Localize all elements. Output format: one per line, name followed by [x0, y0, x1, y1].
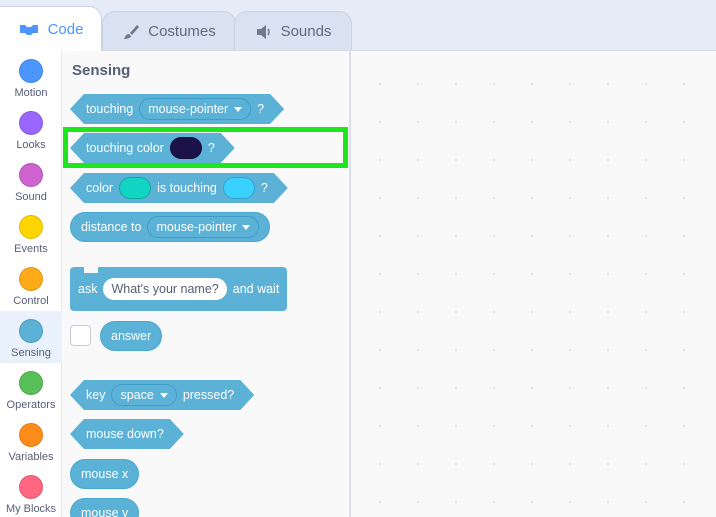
mouse-down-block[interactable]: mouse down?: [70, 419, 184, 449]
category-sensing[interactable]: Sensing: [0, 311, 62, 363]
category-looks[interactable]: Looks: [0, 103, 62, 155]
distance-label: distance to: [81, 220, 142, 234]
category-control-label: Control: [13, 295, 49, 307]
key-suffix: pressed?: [182, 388, 235, 402]
category-motion[interactable]: Motion: [0, 51, 62, 103]
tab-code-label: Code: [47, 20, 84, 38]
events-dot-icon: [19, 215, 43, 239]
motion-dot-icon: [19, 59, 43, 83]
color-swatch-2[interactable]: [223, 177, 255, 199]
sound-dot-icon: [19, 163, 43, 187]
category-sensing-label: Sensing: [11, 347, 51, 359]
mouse-x-block[interactable]: mouse x: [70, 459, 140, 489]
key-pressed-block[interactable]: key space pressed?: [70, 380, 254, 410]
answer-checkbox[interactable]: [70, 325, 91, 346]
color-touching-suffix: ?: [260, 181, 268, 195]
category-looks-label: Looks: [16, 139, 46, 151]
touching-menu[interactable]: mouse-pointer: [139, 98, 251, 120]
chevron-down-icon: [234, 107, 242, 112]
category-operators[interactable]: Operators: [0, 363, 62, 415]
distance-to-block[interactable]: distance to mouse-pointer: [70, 212, 271, 242]
tab-costumes[interactable]: Costumes: [102, 11, 236, 51]
category-variables[interactable]: Variables: [0, 415, 62, 467]
touching-color-suffix: ?: [207, 141, 215, 155]
category-sound[interactable]: Sound: [0, 155, 62, 207]
ask-label: ask: [78, 282, 98, 296]
category-control[interactable]: Control: [0, 259, 62, 311]
category-my-blocks-label: My Blocks: [5, 503, 57, 515]
ask-suffix: and wait: [232, 282, 280, 296]
touching-color-block[interactable]: touching color ?: [70, 133, 235, 163]
category-my-blocks[interactable]: My Blocks: [0, 467, 62, 517]
touching-block[interactable]: touching mouse-pointer ?: [70, 94, 284, 124]
answer-label: answer: [111, 329, 152, 343]
touching-color-label: touching color: [86, 141, 164, 155]
mouse-x-label: mouse x: [81, 467, 129, 481]
color-label: color: [86, 181, 114, 195]
variables-dot-icon: [19, 423, 43, 447]
looks-dot-icon: [19, 111, 43, 135]
tab-sounds[interactable]: Sounds: [234, 11, 352, 51]
category-variables-label: Variables: [8, 451, 54, 463]
is-touching-label: is touching: [157, 181, 217, 195]
ask-input[interactable]: What's your name?: [103, 278, 227, 300]
operators-dot-icon: [19, 371, 43, 395]
answer-block[interactable]: answer: [100, 321, 163, 351]
palette-title: Sensing: [72, 62, 131, 79]
category-operators-label: Operators: [6, 399, 56, 411]
key-label: key: [86, 388, 106, 402]
touching-menu-value: mouse-pointer: [148, 102, 229, 116]
mouse-down-label: mouse down?: [86, 427, 164, 441]
mouse-y-label: mouse y: [81, 506, 129, 517]
brush-icon: [122, 23, 140, 41]
block-palette: Sensing touching mouse-pointer ? touchin…: [62, 50, 350, 517]
control-dot-icon: [19, 267, 43, 291]
speaker-icon: [255, 24, 273, 40]
tab-code[interactable]: Code: [0, 6, 102, 51]
distance-menu[interactable]: mouse-pointer: [147, 216, 260, 238]
touching-label: touching: [86, 102, 134, 116]
key-menu[interactable]: space: [111, 384, 176, 406]
category-menu: Motion Looks Sound Events Control Sensin…: [0, 50, 62, 517]
mouse-y-block[interactable]: mouse y: [70, 498, 140, 517]
chevron-down-icon: [242, 224, 251, 230]
key-menu-value: space: [120, 388, 154, 402]
block-notch: [84, 267, 98, 273]
color-swatch[interactable]: [170, 137, 202, 159]
chevron-down-icon: [160, 393, 168, 398]
tab-costumes-label: Costumes: [148, 23, 216, 40]
distance-menu-value: mouse-pointer: [156, 220, 237, 234]
tab-sounds-label: Sounds: [280, 23, 332, 40]
touching-suffix: ?: [257, 102, 265, 116]
tab-bar: Code Costumes Sounds: [0, 0, 716, 51]
category-motion-label: Motion: [14, 87, 48, 99]
category-events-label: Events: [14, 243, 48, 255]
my-blocks-dot-icon: [19, 475, 43, 499]
code-workspace[interactable]: [350, 50, 716, 517]
category-sound-label: Sound: [15, 191, 47, 203]
sensing-dot-icon: [19, 319, 43, 343]
code-icon: [18, 21, 40, 37]
color-is-touching-block[interactable]: color is touching ?: [70, 173, 288, 203]
scratch-editor: Code Costumes Sounds Motion Looks Sound: [0, 0, 716, 517]
color-swatch-1[interactable]: [119, 177, 151, 199]
category-events[interactable]: Events: [0, 207, 62, 259]
ask-and-wait-block[interactable]: ask What's your name? and wait: [70, 267, 288, 311]
